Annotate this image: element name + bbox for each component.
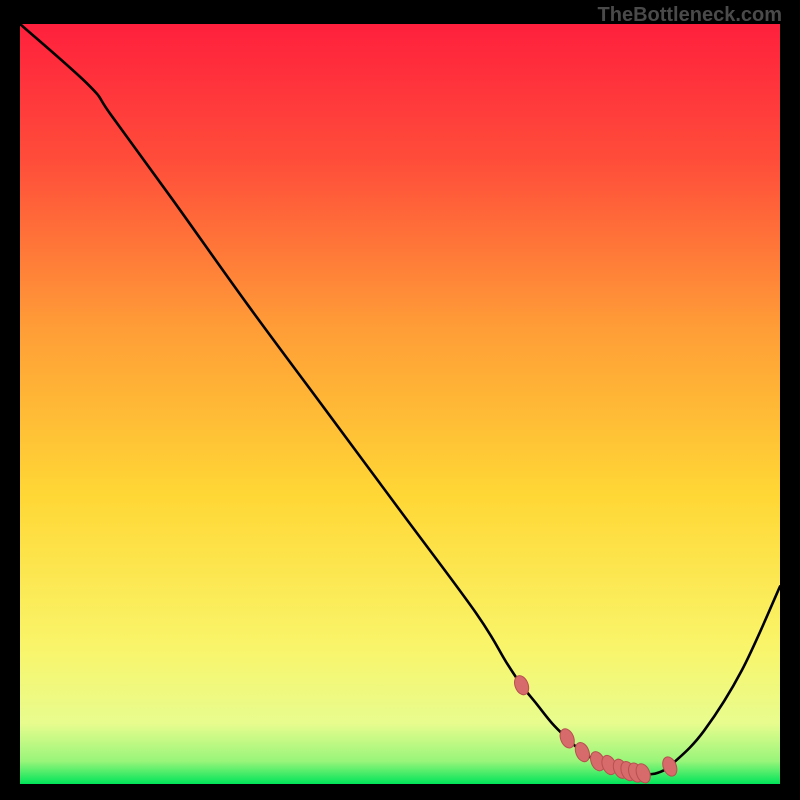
gradient-background <box>20 24 780 784</box>
chart-svg <box>20 24 780 784</box>
watermark-text: TheBottleneck.com <box>598 4 782 27</box>
chart-container <box>20 24 780 784</box>
